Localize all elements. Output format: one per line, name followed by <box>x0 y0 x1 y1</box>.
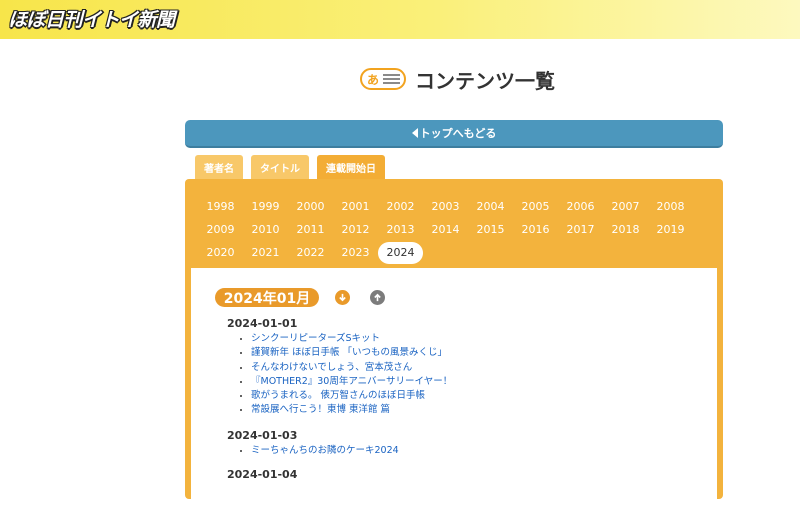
year-link[interactable]: 2010 <box>243 219 288 241</box>
page-title: コンテンツ一覧 <box>415 68 555 93</box>
date-heading: 2024-01-01 <box>227 317 298 330</box>
tab-start-date[interactable]: 連載開始日 <box>317 155 385 179</box>
year-link[interactable]: 2000 <box>288 196 333 218</box>
date-heading: 2024-01-04 <box>227 468 298 481</box>
article-list: ミーちゃんちのお隣のケーキ2024 <box>227 444 399 458</box>
year-link[interactable]: 2013 <box>378 219 423 241</box>
title-icon-letter: あ <box>367 72 380 87</box>
year-row: 2009 2010 2011 2012 2013 2014 2015 2016 … <box>198 219 708 242</box>
back-to-top-label: トップへもどる <box>419 127 497 140</box>
date-group: 2024-01-03 ミーちゃんちのお隣のケーキ2024 <box>227 427 399 458</box>
tab-title[interactable]: タイトル <box>251 155 309 179</box>
year-link[interactable]: 2005 <box>513 196 558 218</box>
year-link[interactable]: 2007 <box>603 196 648 218</box>
date-heading: 2024-01-03 <box>227 429 298 442</box>
list-icon: あ <box>360 68 406 90</box>
back-to-top-button[interactable]: トップへもどる <box>185 120 723 148</box>
month-header: 2024年01月 <box>215 288 385 307</box>
year-link[interactable]: 2016 <box>513 219 558 241</box>
year-link[interactable]: 2018 <box>603 219 648 241</box>
year-link[interactable]: 2017 <box>558 219 603 241</box>
article-link[interactable]: そんなわけないでしょう、宮本茂さん <box>251 361 452 375</box>
tab-author[interactable]: 著者名 <box>195 155 243 179</box>
article-link[interactable]: 『MOTHER2』30周年アニバーサリーイヤー！ <box>251 375 452 389</box>
site-logo[interactable]: ほぼ日刊イトイ新聞 <box>8 5 175 32</box>
year-link[interactable]: 2020 <box>198 242 243 264</box>
triangle-left-icon <box>411 128 418 138</box>
year-link[interactable]: 1999 <box>243 196 288 218</box>
year-link[interactable]: 2019 <box>648 219 693 241</box>
year-link[interactable]: 2022 <box>288 242 333 264</box>
page-heading: あ コンテンツ一覧 <box>360 66 555 93</box>
article-link[interactable]: シンクーリピーターズSキット <box>251 332 452 346</box>
date-group: 2024-01-01 シンクーリピーターズSキット 謹賀新年 ほぼ日手帳 「いつ… <box>227 315 452 418</box>
year-link[interactable]: 2014 <box>423 219 468 241</box>
year-link[interactable]: 2021 <box>243 242 288 264</box>
year-link[interactable]: 2004 <box>468 196 513 218</box>
month-label: 2024年01月 <box>215 288 319 307</box>
site-header: ほぼ日刊イトイ新聞 <box>0 0 800 39</box>
year-link[interactable]: 2003 <box>423 196 468 218</box>
contents-list: 2024年01月 2024-01-01 シンクーリピーターズSキット 謹賀新年 … <box>191 268 717 508</box>
year-link[interactable]: 2012 <box>333 219 378 241</box>
sort-tabs: 著者名 タイトル 連載開始日 <box>195 155 385 179</box>
article-link[interactable]: 歌がうまれる。 俵万智さんのほぼ日手帳 <box>251 389 452 403</box>
year-row: 2020 2021 2022 2023 2024 <box>198 242 708 265</box>
date-group: 2024-01-04 <box>227 466 297 483</box>
article-link[interactable]: ミーちゃんちのお隣のケーキ2024 <box>251 444 399 458</box>
year-selector: 1998 1999 2000 2001 2002 2003 2004 2005 … <box>198 196 708 265</box>
year-link[interactable]: 2002 <box>378 196 423 218</box>
year-link[interactable]: 2006 <box>558 196 603 218</box>
year-link[interactable]: 2009 <box>198 219 243 241</box>
year-link-selected[interactable]: 2024 <box>378 242 423 264</box>
arrow-down-circle-icon[interactable] <box>335 290 350 305</box>
year-link[interactable]: 2015 <box>468 219 513 241</box>
year-link[interactable]: 1998 <box>198 196 243 218</box>
year-row: 1998 1999 2000 2001 2002 2003 2004 2005 … <box>198 196 708 219</box>
year-link[interactable]: 2008 <box>648 196 693 218</box>
article-link[interactable]: 常設展へ行こう！東博 東洋館 篇 <box>251 403 452 417</box>
year-link[interactable]: 2011 <box>288 219 333 241</box>
year-link[interactable]: 2001 <box>333 196 378 218</box>
article-list: シンクーリピーターズSキット 謹賀新年 ほぼ日手帳 「いつもの風景みくじ」 そん… <box>227 332 452 418</box>
year-link[interactable]: 2023 <box>333 242 378 264</box>
article-link[interactable]: 謹賀新年 ほぼ日手帳 「いつもの風景みくじ」 <box>251 346 452 360</box>
arrow-up-circle-icon[interactable] <box>370 290 385 305</box>
